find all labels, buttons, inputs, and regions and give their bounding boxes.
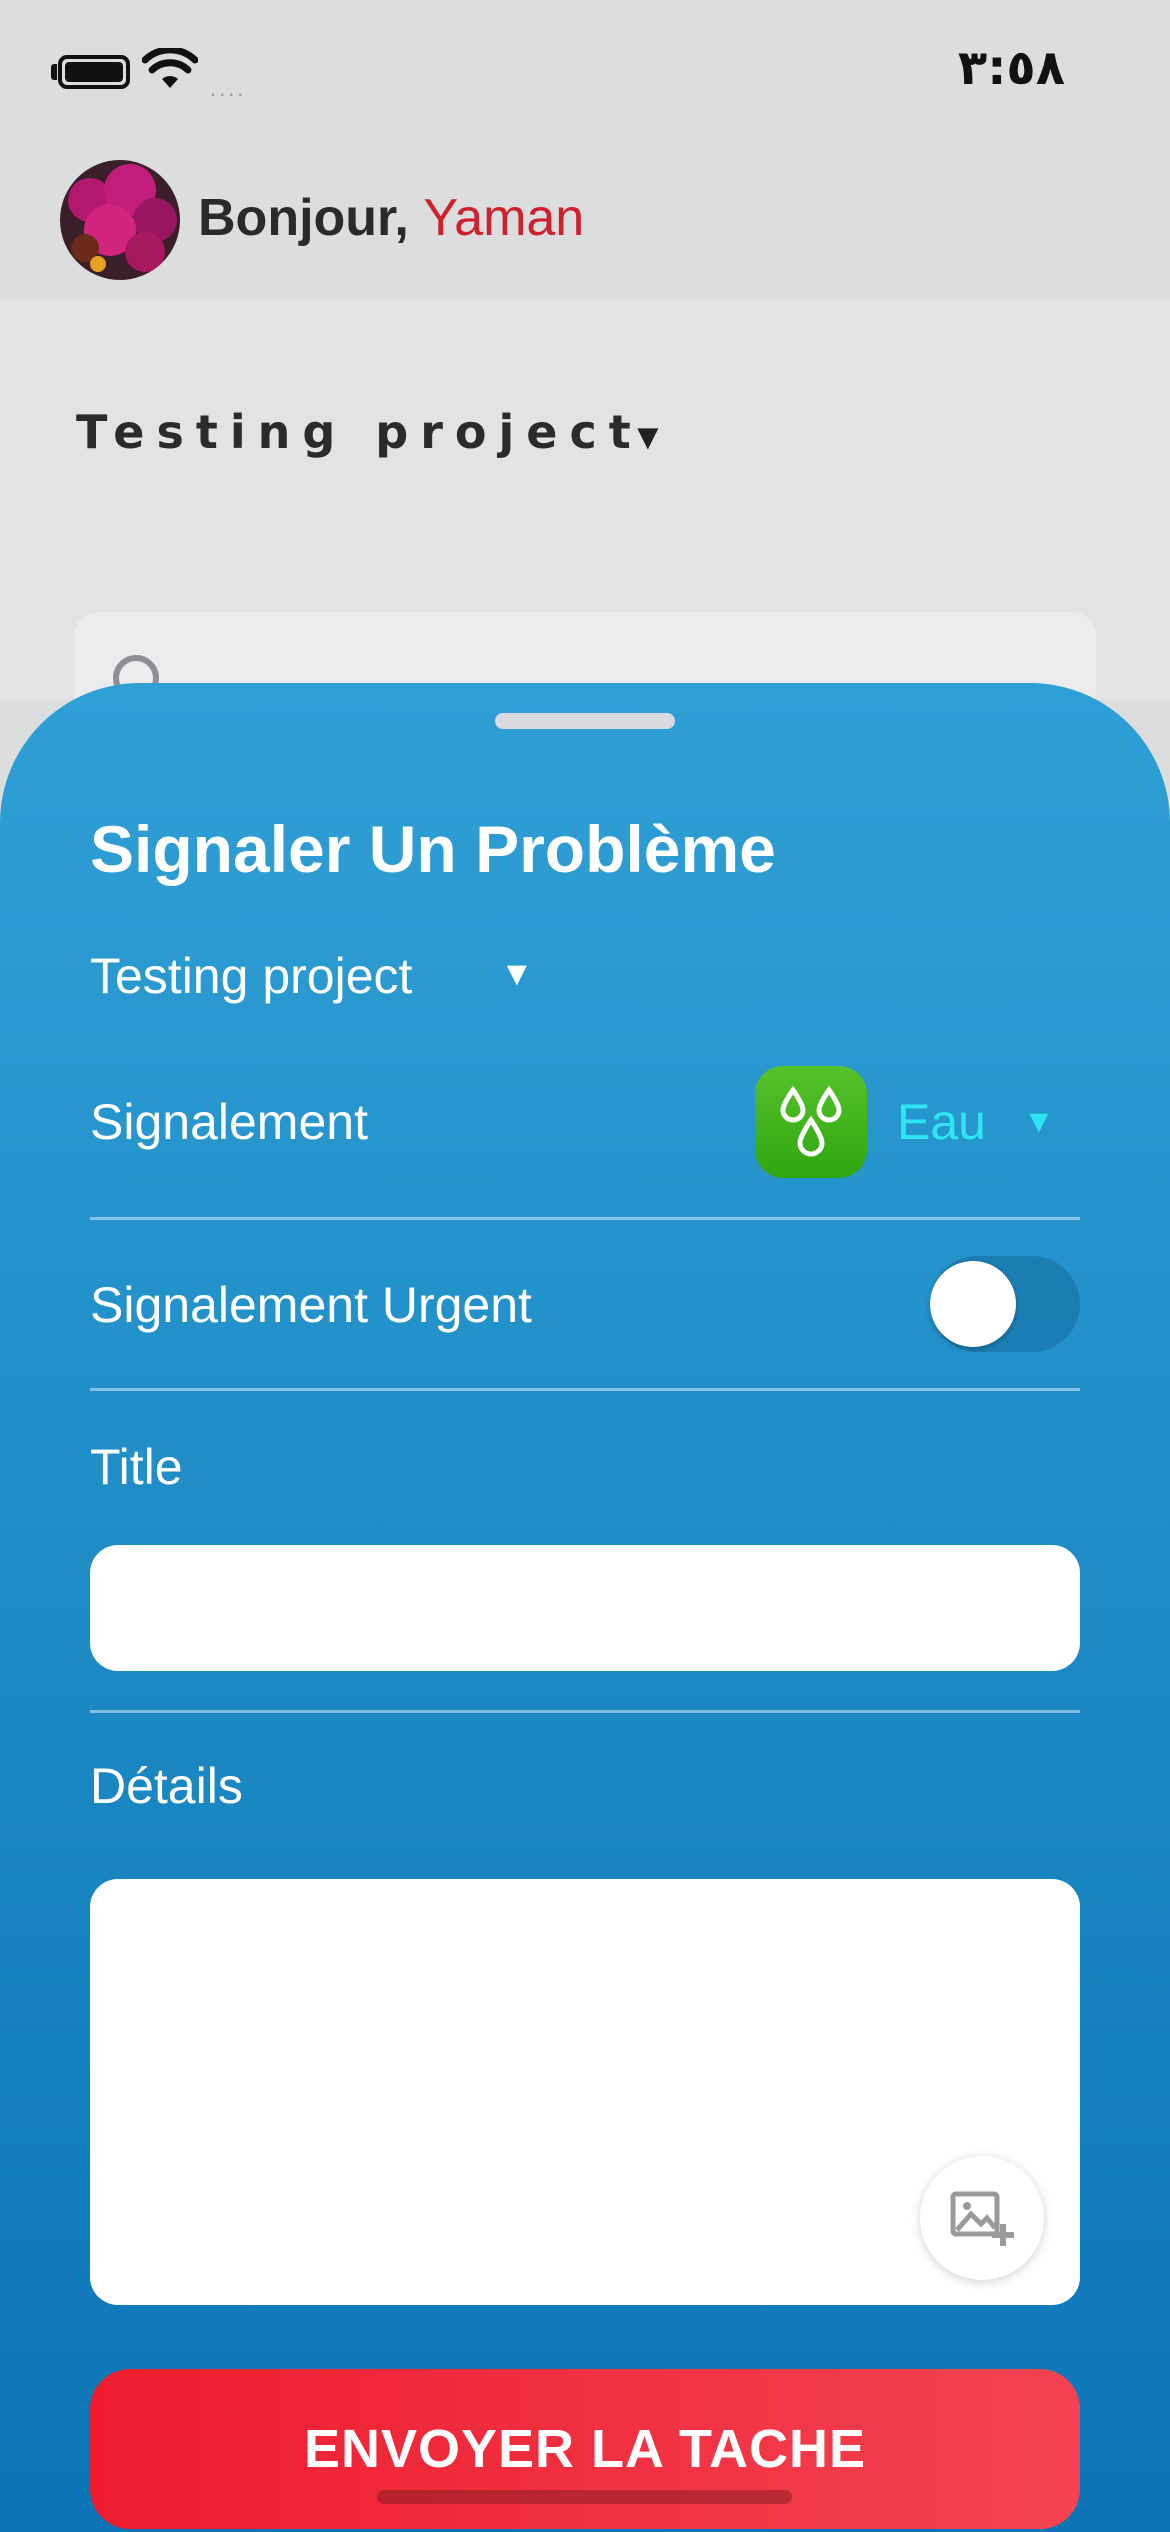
sheet-title: Signaler Un Problème: [90, 812, 776, 886]
app-header: Bonjour, Yaman: [0, 150, 1170, 300]
divider: [90, 1710, 1080, 1713]
sheet-drag-handle[interactable]: [495, 713, 675, 729]
user-name: Yaman: [423, 189, 585, 247]
add-image-icon: [950, 2191, 1014, 2246]
submit-task-button[interactable]: ENVOYER LA TACHE: [90, 2369, 1080, 2529]
chevron-down-icon[interactable]: ▼: [630, 416, 666, 458]
title-label: Title: [90, 1439, 183, 1495]
greeting: Bonjour, Yaman: [198, 188, 584, 248]
avatar[interactable]: [60, 160, 180, 280]
background-content: Testing project ▼: [0, 300, 1170, 752]
urgent-label: Signalement Urgent: [90, 1277, 532, 1333]
water-drops-icon[interactable]: [755, 1066, 867, 1178]
urgent-toggle[interactable]: [930, 1256, 1080, 1352]
status-bar: .... ٣:٥٨: [0, 0, 1170, 150]
signal-dots: ....: [210, 76, 247, 101]
water-drops-glyph: [780, 1085, 842, 1157]
report-problem-sheet: Signaler Un Problème Testing project ▼ S…: [0, 683, 1170, 2532]
greeting-text: Bonjour,: [198, 189, 409, 247]
sheet-project-selector[interactable]: Testing project: [90, 947, 412, 1005]
details-label: Détails: [90, 1758, 243, 1814]
divider: [90, 1217, 1080, 1220]
divider: [90, 1388, 1080, 1391]
chevron-down-icon[interactable]: ▼: [1023, 1103, 1055, 1140]
project-selector[interactable]: Testing project: [76, 405, 643, 459]
status-time: ٣:٥٨: [957, 40, 1065, 96]
home-indicator: [377, 2490, 792, 2504]
toggle-knob: [930, 1261, 1016, 1347]
battery-icon: [58, 55, 130, 89]
title-input[interactable]: [90, 1545, 1080, 1671]
report-label: Signalement: [90, 1094, 368, 1150]
add-image-button[interactable]: [920, 2156, 1044, 2280]
chevron-down-icon[interactable]: ▼: [500, 955, 534, 994]
wifi-icon: [142, 48, 198, 88]
category-value[interactable]: Eau: [897, 1093, 986, 1151]
avatar-image: [60, 160, 180, 280]
battery-tip: [51, 64, 57, 80]
